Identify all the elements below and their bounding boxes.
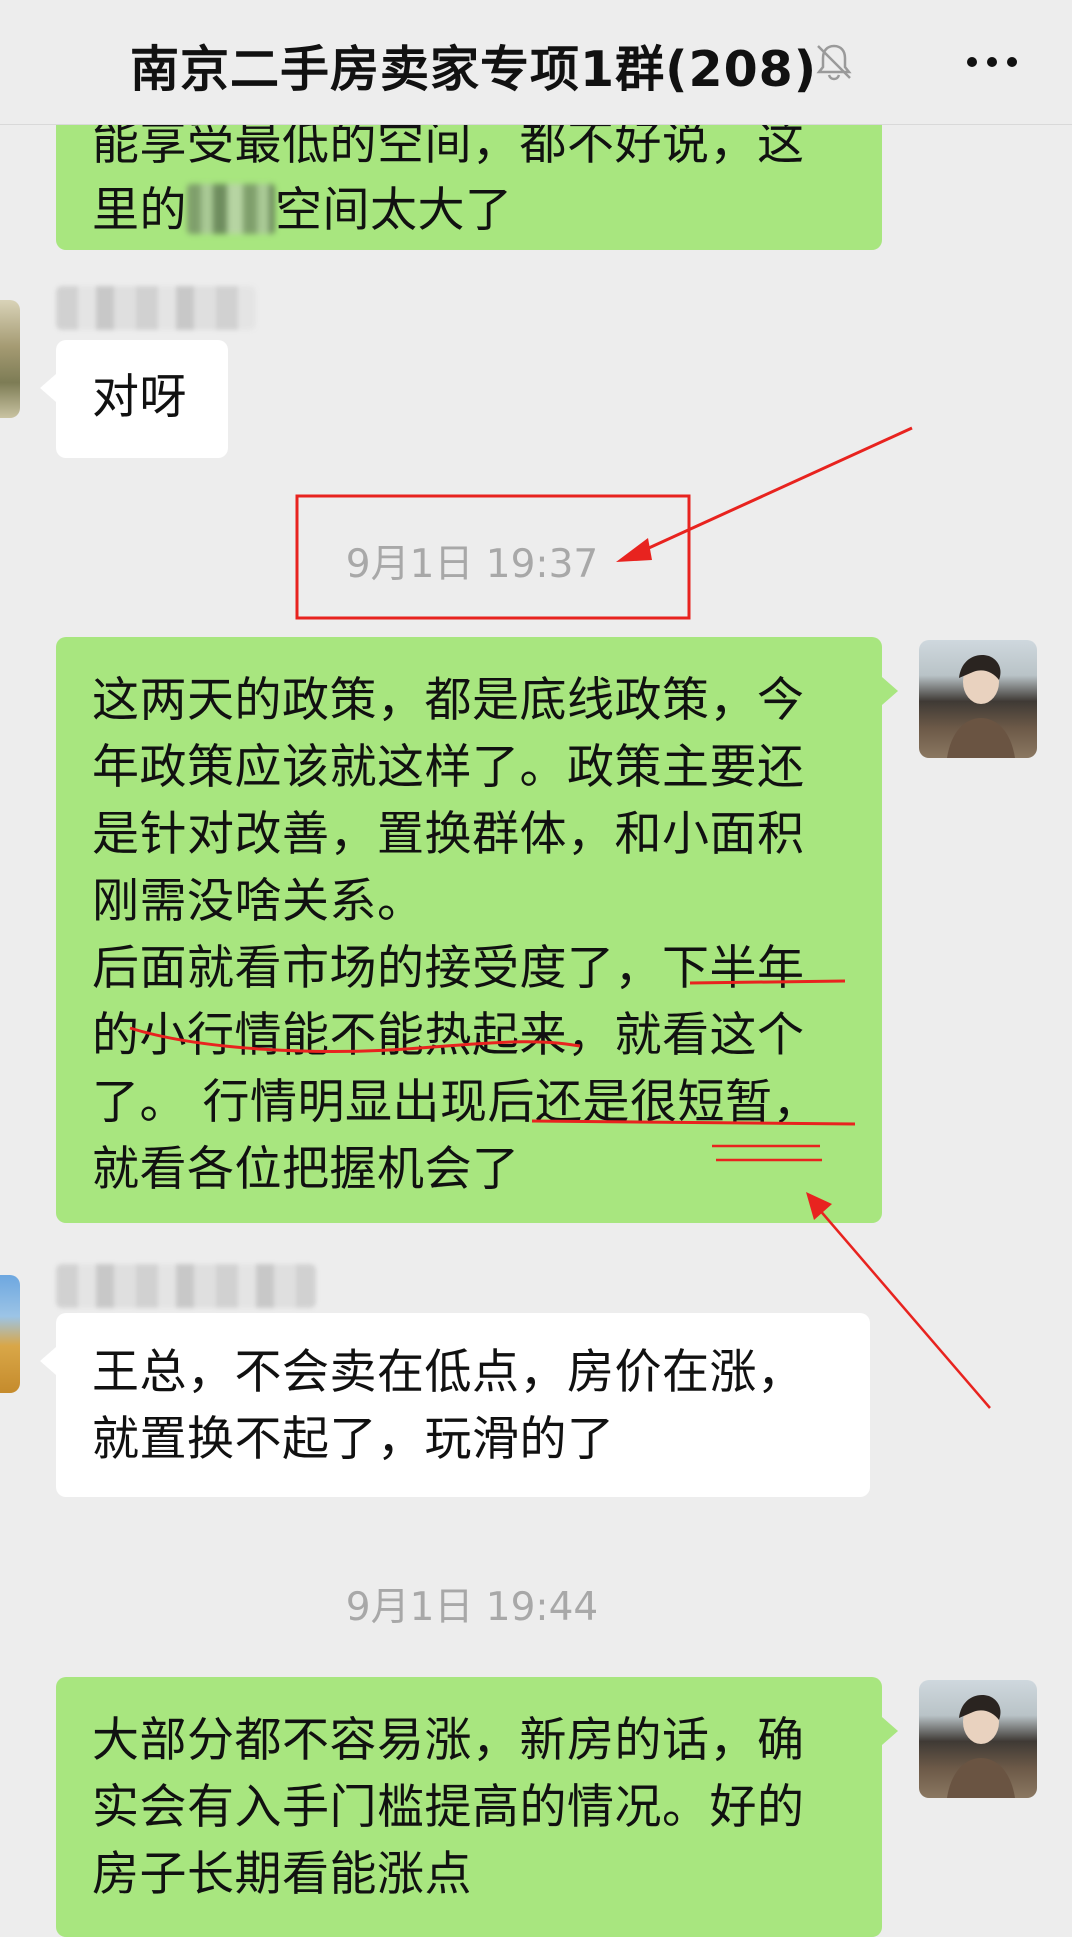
avatar-figure: [947, 654, 1015, 758]
more-dots-icon[interactable]: [964, 40, 1020, 84]
avatar-figure: [947, 1694, 1015, 1798]
message-text: 王总，不会卖在低点，房价在涨， 就置换不起了，玩滑的了: [92, 1345, 805, 1467]
chat-title: 南京二手房卖家专项1群(208): [130, 41, 818, 98]
avatar[interactable]: [0, 300, 20, 418]
sender-name-blurred: [56, 1264, 316, 1308]
message-text: 大部分都不容易涨，新房的话，确 实会有入手门槛提高的情况。好的 房子长期看能涨点: [92, 1713, 805, 1902]
message-bubble-self[interactable]: 大部分都不容易涨，新房的话，确 实会有入手门槛提高的情况。好的 房子长期看能涨点: [56, 1677, 898, 1937]
timestamp: 9月1日 19:37: [345, 542, 599, 587]
sender-name-blurred: [56, 286, 256, 330]
message-text: 对呀: [92, 370, 187, 425]
message-bubble-other[interactable]: 对呀: [40, 340, 228, 458]
message-text-continued: 空间太大了: [275, 183, 513, 238]
timestamp: 9月1日 19:44: [345, 1585, 599, 1630]
avatar[interactable]: [919, 640, 1037, 758]
message-bubble-self[interactable]: 这两天的政策，都是底线政策，今 年政策应该就这样了。政策主要还 是针对改善，置换…: [56, 637, 898, 1223]
chat-header: 南京二手房卖家专项1群(208): [0, 0, 1072, 125]
blurred-text: [187, 184, 275, 234]
avatar[interactable]: [0, 1275, 20, 1393]
avatar[interactable]: [919, 1680, 1037, 1798]
message-text: 这两天的政策，都是底线政策，今 年政策应该就这样了。政策主要还 是针对改善，置换…: [92, 673, 820, 1197]
bell-muted-icon: [816, 44, 852, 81]
message-bubble-other[interactable]: 王总，不会卖在低点，房价在涨， 就置换不起了，玩滑的了: [40, 1313, 870, 1497]
